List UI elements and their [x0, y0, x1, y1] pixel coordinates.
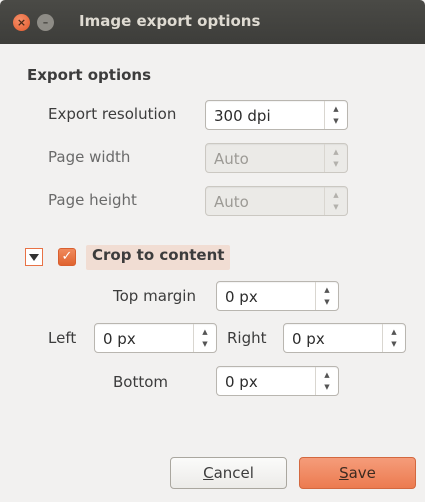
spin-buttons[interactable]: ▲ ▼ [315, 282, 338, 310]
chevron-up-icon[interactable]: ▲ [325, 104, 347, 114]
spin-buttons[interactable]: ▲ ▼ [193, 324, 216, 352]
page-width-value: Auto [214, 150, 249, 168]
top-margin-value[interactable]: 0 px [225, 288, 258, 306]
cancel-label: ancel [213, 464, 254, 482]
triangle-down-icon[interactable] [25, 248, 43, 266]
right-margin-value[interactable]: 0 px [292, 330, 325, 348]
page-height-spinbox: Auto ▲ ▼ [205, 186, 348, 216]
chevron-down-icon: ▼ [333, 203, 339, 211]
cancel-mnemonic: C [203, 464, 214, 482]
chevron-up-icon: ▲ [333, 191, 339, 199]
close-icon[interactable]: × [13, 14, 30, 31]
chevron-up-icon: ▲ [333, 148, 339, 156]
left-margin-spinbox[interactable]: 0 px ▲ ▼ [94, 323, 217, 353]
chevron-up-icon[interactable]: ▲ [194, 327, 216, 337]
export-resolution-spinbox[interactable]: 300 dpi ▲ ▼ [205, 100, 348, 130]
spin-buttons[interactable]: ▲ ▼ [315, 367, 338, 395]
bottom-margin-spinbox[interactable]: 0 px ▲ ▼ [216, 366, 339, 396]
spin-buttons[interactable]: ▲ ▼ [324, 101, 347, 129]
page-width-label: Page width [48, 148, 131, 166]
chevron-down-icon: ▼ [333, 160, 339, 168]
section-title-export-options: Export options [27, 66, 152, 84]
cancel-button[interactable]: Cancel [170, 457, 287, 489]
chevron-up-icon[interactable]: ▲ [383, 327, 405, 337]
title-bar: × – Image export options [0, 0, 425, 44]
export-resolution-label: Export resolution [48, 105, 177, 123]
bottom-margin-value[interactable]: 0 px [225, 373, 258, 391]
save-button[interactable]: Save [299, 457, 416, 489]
chevron-down-icon[interactable]: ▼ [194, 339, 216, 349]
right-margin-spinbox[interactable]: 0 px ▲ ▼ [283, 323, 406, 353]
crop-to-content-label[interactable]: Crop to content [86, 245, 231, 270]
right-margin-label: Right [227, 329, 267, 347]
chevron-up-icon[interactable]: ▲ [316, 285, 338, 295]
bottom-margin-label: Bottom [113, 373, 169, 391]
top-margin-spinbox[interactable]: 0 px ▲ ▼ [216, 281, 339, 311]
save-mnemonic: S [339, 464, 349, 482]
chevron-down-icon[interactable]: ▼ [316, 297, 338, 307]
chevron-down-icon[interactable]: ▼ [383, 339, 405, 349]
save-label: ave [348, 464, 376, 482]
chevron-down-icon[interactable]: ▼ [316, 382, 338, 392]
minimize-icon[interactable]: – [37, 14, 54, 31]
chevron-up-icon[interactable]: ▲ [316, 370, 338, 380]
export-resolution-value[interactable]: 300 dpi [214, 107, 271, 125]
chevron-down-icon[interactable]: ▼ [325, 116, 347, 126]
page-height-value: Auto [214, 193, 249, 211]
spin-buttons: ▲ ▼ [324, 144, 347, 172]
top-margin-label: Top margin [113, 287, 196, 305]
spin-buttons: ▲ ▼ [324, 187, 347, 215]
page-width-spinbox: Auto ▲ ▼ [205, 143, 348, 173]
left-margin-value[interactable]: 0 px [103, 330, 136, 348]
spin-buttons[interactable]: ▲ ▼ [382, 324, 405, 352]
left-margin-label: Left [48, 329, 77, 347]
checkmark-icon[interactable]: ✓ [58, 248, 76, 266]
window-title: Image export options [79, 12, 261, 30]
page-height-label: Page height [48, 191, 137, 209]
